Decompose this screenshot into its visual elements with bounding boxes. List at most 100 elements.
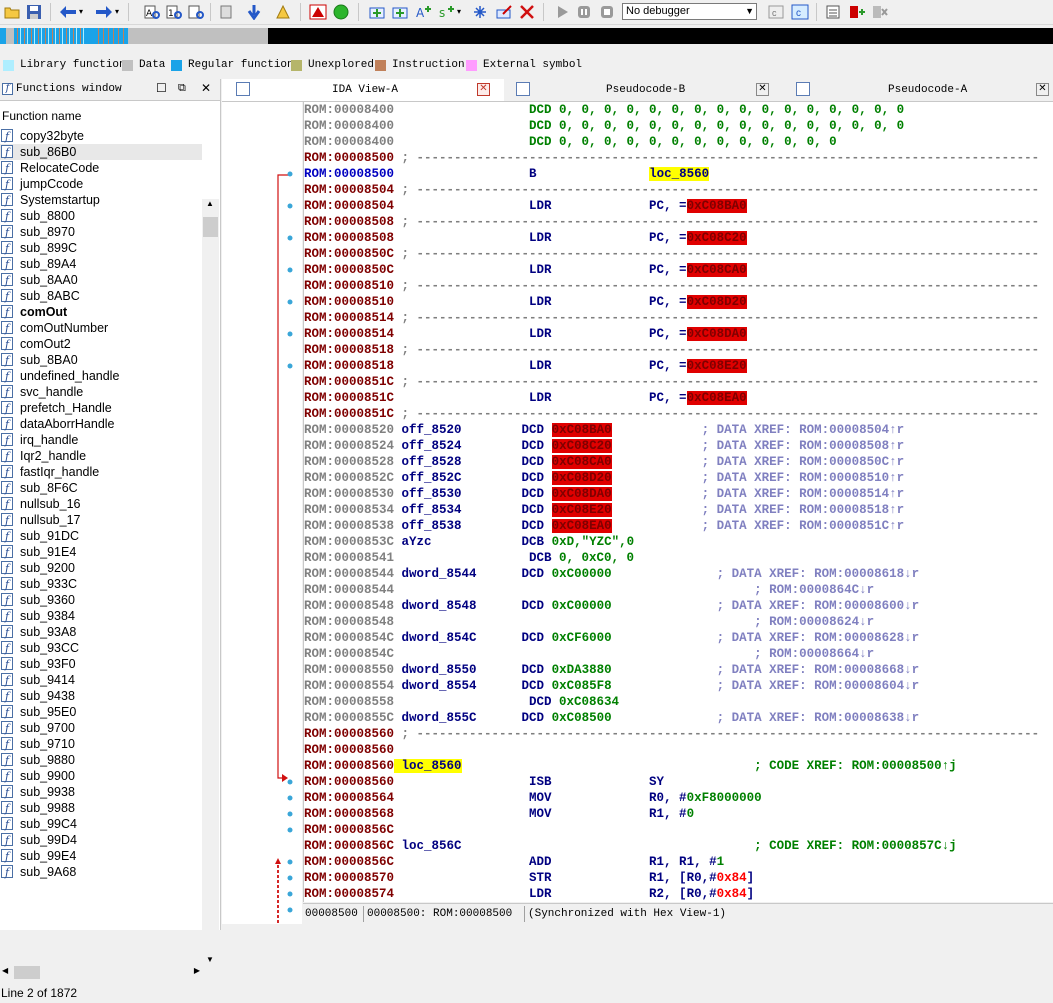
function-list-item[interactable]: f sub_9360 bbox=[0, 592, 202, 608]
function-list-item[interactable]: f sub_9200 bbox=[0, 560, 202, 576]
function-list-item[interactable]: f sub_8BA0 bbox=[0, 352, 202, 368]
scroll-up-icon[interactable]: ▲ bbox=[206, 199, 214, 208]
disasm-line[interactable]: ROM:00008541 DCB 0, 0xC0, 0 bbox=[304, 550, 634, 566]
close-icon[interactable]: ✕ bbox=[201, 79, 211, 100]
disasm-line[interactable]: ROM:00008530 off_8530 DCD 0xC08DA0 ; DAT… bbox=[304, 486, 904, 502]
run-green-icon[interactable] bbox=[331, 2, 351, 22]
function-list-item[interactable]: f Iqr2_handle bbox=[0, 448, 202, 464]
disasm-line[interactable]: ROM:00008544 dword_8544 DCD 0xC00000 ; D… bbox=[304, 566, 919, 582]
function-list-item[interactable]: f fastIqr_handle bbox=[0, 464, 202, 480]
edit-icon[interactable] bbox=[494, 2, 514, 22]
back-dropdown-icon[interactable]: ▾ bbox=[76, 2, 86, 22]
disasm-line[interactable]: ROM:0000856C loc_856C ; CODE XREF: ROM:0… bbox=[304, 838, 957, 854]
back-icon[interactable] bbox=[58, 2, 78, 22]
function-list-item[interactable]: f sub_8970 bbox=[0, 224, 202, 240]
disasm-line[interactable]: ROM:00008510 ; -------------------------… bbox=[304, 278, 1039, 294]
disasm-line[interactable]: ROM:0000856C ADD R1, R1, #1 bbox=[304, 854, 724, 870]
disasm-line[interactable]: ROM:0000852C off_852C DCD 0xC08D20 ; DAT… bbox=[304, 470, 904, 486]
function-list-item[interactable]: f sub_8800 bbox=[0, 208, 202, 224]
disasm-line[interactable]: ROM:00008564 MOV R0, #0xF8000000 bbox=[304, 790, 762, 806]
function-list-item[interactable]: f sub_95E0 bbox=[0, 704, 202, 720]
tab-pseudocode-b[interactable]: Pseudocode-B ✕ bbox=[506, 79, 784, 101]
function-list-item[interactable]: f prefetch_Handle bbox=[0, 400, 202, 416]
function-list-item[interactable]: f copy32byte bbox=[0, 128, 202, 144]
tab-ida-view-a[interactable]: IDA View-A ✕ bbox=[222, 79, 504, 101]
function-list-item[interactable]: f sub_899C bbox=[0, 240, 202, 256]
restore-icon[interactable]: ☐ bbox=[156, 79, 167, 100]
add-func-icon[interactable]: s bbox=[436, 2, 456, 22]
disasm-line[interactable]: ROM:00008560 ; -------------------------… bbox=[304, 726, 1039, 742]
function-list-item[interactable]: f sub_93F0 bbox=[0, 656, 202, 672]
disasm-line[interactable]: ROM:0000850C ; -------------------------… bbox=[304, 246, 1039, 262]
function-list-item[interactable]: f irq_handle bbox=[0, 432, 202, 448]
function-list-item[interactable]: f svc_handle bbox=[0, 384, 202, 400]
disasm-line[interactable]: ROM:00008574 LDR R2, [R0,#0x84] bbox=[304, 886, 754, 902]
pause-icon[interactable] bbox=[574, 2, 594, 22]
function-list-vertical-scrollbar[interactable]: ▲ ▼ bbox=[202, 199, 219, 964]
disasm-line[interactable]: ROM:00008550 dword_8550 DCD 0xDA3880 ; D… bbox=[304, 662, 919, 678]
function-list-item[interactable]: f sub_99D4 bbox=[0, 832, 202, 848]
function-list-item[interactable]: f Systemstartup bbox=[0, 192, 202, 208]
function-list-item[interactable]: f sub_91DC bbox=[0, 528, 202, 544]
function-list-item[interactable]: f sub_9438 bbox=[0, 688, 202, 704]
disasm-line[interactable]: ROM:00008538 off_8538 DCD 0xC08EA0 ; DAT… bbox=[304, 518, 904, 534]
function-list-item[interactable]: f sub_99C4 bbox=[0, 816, 202, 832]
function-list-item[interactable]: f sub_9988 bbox=[0, 800, 202, 816]
disasm-line[interactable]: ROM:00008500 B loc_8560 bbox=[304, 166, 710, 182]
disasm-line[interactable]: ROM:00008400 DCD 0, 0, 0, 0, 0, 0, 0, 0,… bbox=[304, 102, 904, 118]
warning-icon[interactable] bbox=[308, 2, 328, 22]
disasm-line[interactable]: ROM:0000853C aYzc DCB 0xD,"YZC",0 bbox=[304, 534, 634, 550]
function-list-item[interactable]: f sub_8ABC bbox=[0, 288, 202, 304]
disasm-line[interactable]: ROM:00008520 off_8520 DCD 0xC08BA0 ; DAT… bbox=[304, 422, 904, 438]
disasm-line[interactable]: ROM:00008560 bbox=[304, 742, 394, 758]
function-list-item[interactable]: f sub_933C bbox=[0, 576, 202, 592]
search-binary-icon[interactable]: 1 bbox=[164, 2, 184, 22]
disasm-line[interactable]: ROM:0000850C LDR PC, =0xC08CA0 bbox=[304, 262, 747, 278]
disasm-line[interactable]: ROM:00008548 dword_8548 DCD 0xC00000 ; D… bbox=[304, 598, 919, 614]
search-immediate-icon[interactable] bbox=[186, 2, 206, 22]
tab-pseudocode-a[interactable]: Pseudocode-A ✕ bbox=[786, 79, 1053, 101]
scroll-down-icon[interactable]: ▼ bbox=[206, 955, 214, 964]
function-list-item[interactable]: f sub_9700 bbox=[0, 720, 202, 736]
forward-icon[interactable] bbox=[94, 2, 114, 22]
disasm-line[interactable]: ROM:00008508 ; -------------------------… bbox=[304, 214, 1039, 230]
play-icon[interactable] bbox=[552, 2, 572, 22]
scroll-left-icon[interactable]: ◀ bbox=[2, 966, 8, 975]
function-list-item[interactable]: f sub_9938 bbox=[0, 784, 202, 800]
function-list-item[interactable]: f sub_9A68 bbox=[0, 864, 202, 880]
scroll-right-icon[interactable]: ▶ bbox=[194, 966, 200, 975]
stop-icon[interactable] bbox=[597, 2, 617, 22]
disasm-line[interactable]: ROM:00008518 LDR PC, =0xC08E20 bbox=[304, 358, 747, 374]
function-list-item[interactable]: f jumpCcode bbox=[0, 176, 202, 192]
disasm-line[interactable]: ROM:00008400 DCD 0, 0, 0, 0, 0, 0, 0, 0,… bbox=[304, 118, 904, 134]
disasm-line[interactable]: ROM:0000856C bbox=[304, 822, 394, 838]
disasm-line[interactable]: ROM:0000851C ; -------------------------… bbox=[304, 406, 1039, 422]
disasm-line[interactable]: ROM:00008510 LDR PC, =0xC08D20 bbox=[304, 294, 747, 310]
search-icon[interactable] bbox=[216, 2, 236, 22]
function-list-item[interactable]: f sub_9900 bbox=[0, 768, 202, 784]
function-list-item[interactable]: f nullsub_16 bbox=[0, 496, 202, 512]
disasm-line[interactable]: ROM:0000851C LDR PC, =0xC08EA0 bbox=[304, 390, 747, 406]
graph-icon[interactable] bbox=[824, 2, 844, 22]
function-list-item[interactable]: f sub_9384 bbox=[0, 608, 202, 624]
function-list-item[interactable]: f sub_86B0 bbox=[0, 144, 202, 160]
function-list-item[interactable]: f sub_89A4 bbox=[0, 256, 202, 272]
disasm-line[interactable]: ROM:00008560 loc_8560 ; CODE XREF: ROM:0… bbox=[304, 758, 957, 774]
function-list-item[interactable]: f nullsub_17 bbox=[0, 512, 202, 528]
plugin-icon[interactable] bbox=[847, 2, 867, 22]
open-icon[interactable] bbox=[2, 2, 22, 22]
function-list-item[interactable]: f sub_8AA0 bbox=[0, 272, 202, 288]
add-segment-icon[interactable] bbox=[367, 2, 387, 22]
function-list-item[interactable]: f sub_91E4 bbox=[0, 544, 202, 560]
disasm-line[interactable]: ROM:00008500 ; -------------------------… bbox=[304, 150, 1039, 166]
disasm-line[interactable]: ROM:00008514 LDR PC, =0xC08DA0 bbox=[304, 326, 747, 342]
close-icon[interactable]: ✕ bbox=[477, 83, 490, 96]
function-list-horizontal-scrollbar[interactable]: ◀ ▶ bbox=[0, 964, 202, 981]
function-list-item[interactable]: f sub_99E4 bbox=[0, 848, 202, 864]
function-list-item[interactable]: f sub_8F6C bbox=[0, 480, 202, 496]
disasm-line[interactable]: ROM:00008568 MOV R1, #0 bbox=[304, 806, 694, 822]
jump-icon[interactable] bbox=[244, 2, 264, 22]
navigation-band[interactable] bbox=[0, 26, 1053, 46]
forward-dropdown-icon[interactable]: ▾ bbox=[112, 2, 122, 22]
disasm-line[interactable]: ROM:00008504 ; -------------------------… bbox=[304, 182, 1039, 198]
